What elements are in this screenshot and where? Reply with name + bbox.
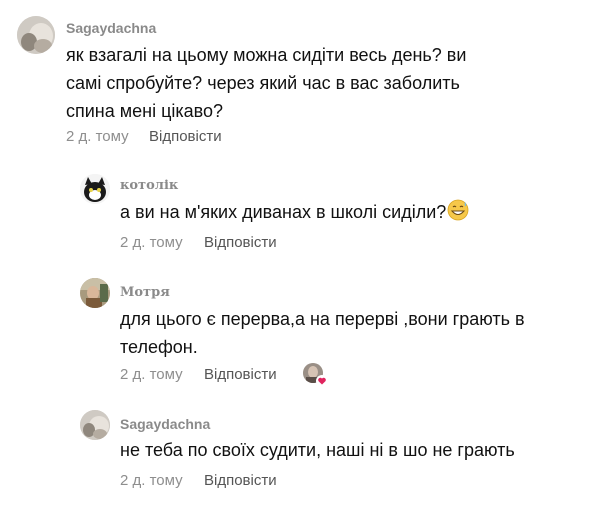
author-liked-indicator [303,363,328,387]
reply-button[interactable]: Відповісти [204,366,277,383]
comment-time: 2 д. тому [120,472,183,489]
avatar[interactable] [80,174,110,204]
reply-comment: Sagaydachna не теба по своїх судити, наш… [0,408,589,508]
comment-time: 2 д. тому [66,128,129,145]
avatar[interactable] [80,278,110,308]
comment-author[interactable]: Sagaydachna [120,416,210,432]
reply-button[interactable]: Відповісти [204,234,277,251]
comment-text-body: а ви на м'яких диванах в школі сиділи? [120,202,447,222]
comment-author[interactable]: Мотря [120,285,170,300]
comment-time: 2 д. тому [120,234,183,251]
comment-time: 2 д. тому [120,366,183,383]
reply-comment: Мотря для цього є перерва,а на перерві ,… [0,278,589,398]
reply-button[interactable]: Відповісти [204,472,277,489]
reply-button[interactable]: Відповісти [149,128,222,145]
comment-text: не теба по своїх судити, наші ні в шо не… [120,440,515,460]
heart-icon [316,375,328,387]
comment-author[interactable]: котолік [120,178,178,193]
reply-comment: котолік а ви на м'яких диванах в школі с… [0,168,589,258]
comment-text: а ви на м'яких диванах в школі сиділи? [120,198,560,229]
comment-text: як взагалі на цьому можна сидіти весь де… [66,45,467,121]
grinning-sweat-emoji [447,199,469,229]
comment-author[interactable]: Sagaydachna [66,20,156,36]
avatar[interactable] [80,410,110,440]
comment-thread-main: Sagaydachna як взагалі на цьому можна си… [0,0,589,160]
comment-text: для цього є перерва,а на перерві ,вони г… [120,309,525,357]
avatar[interactable] [17,16,55,54]
